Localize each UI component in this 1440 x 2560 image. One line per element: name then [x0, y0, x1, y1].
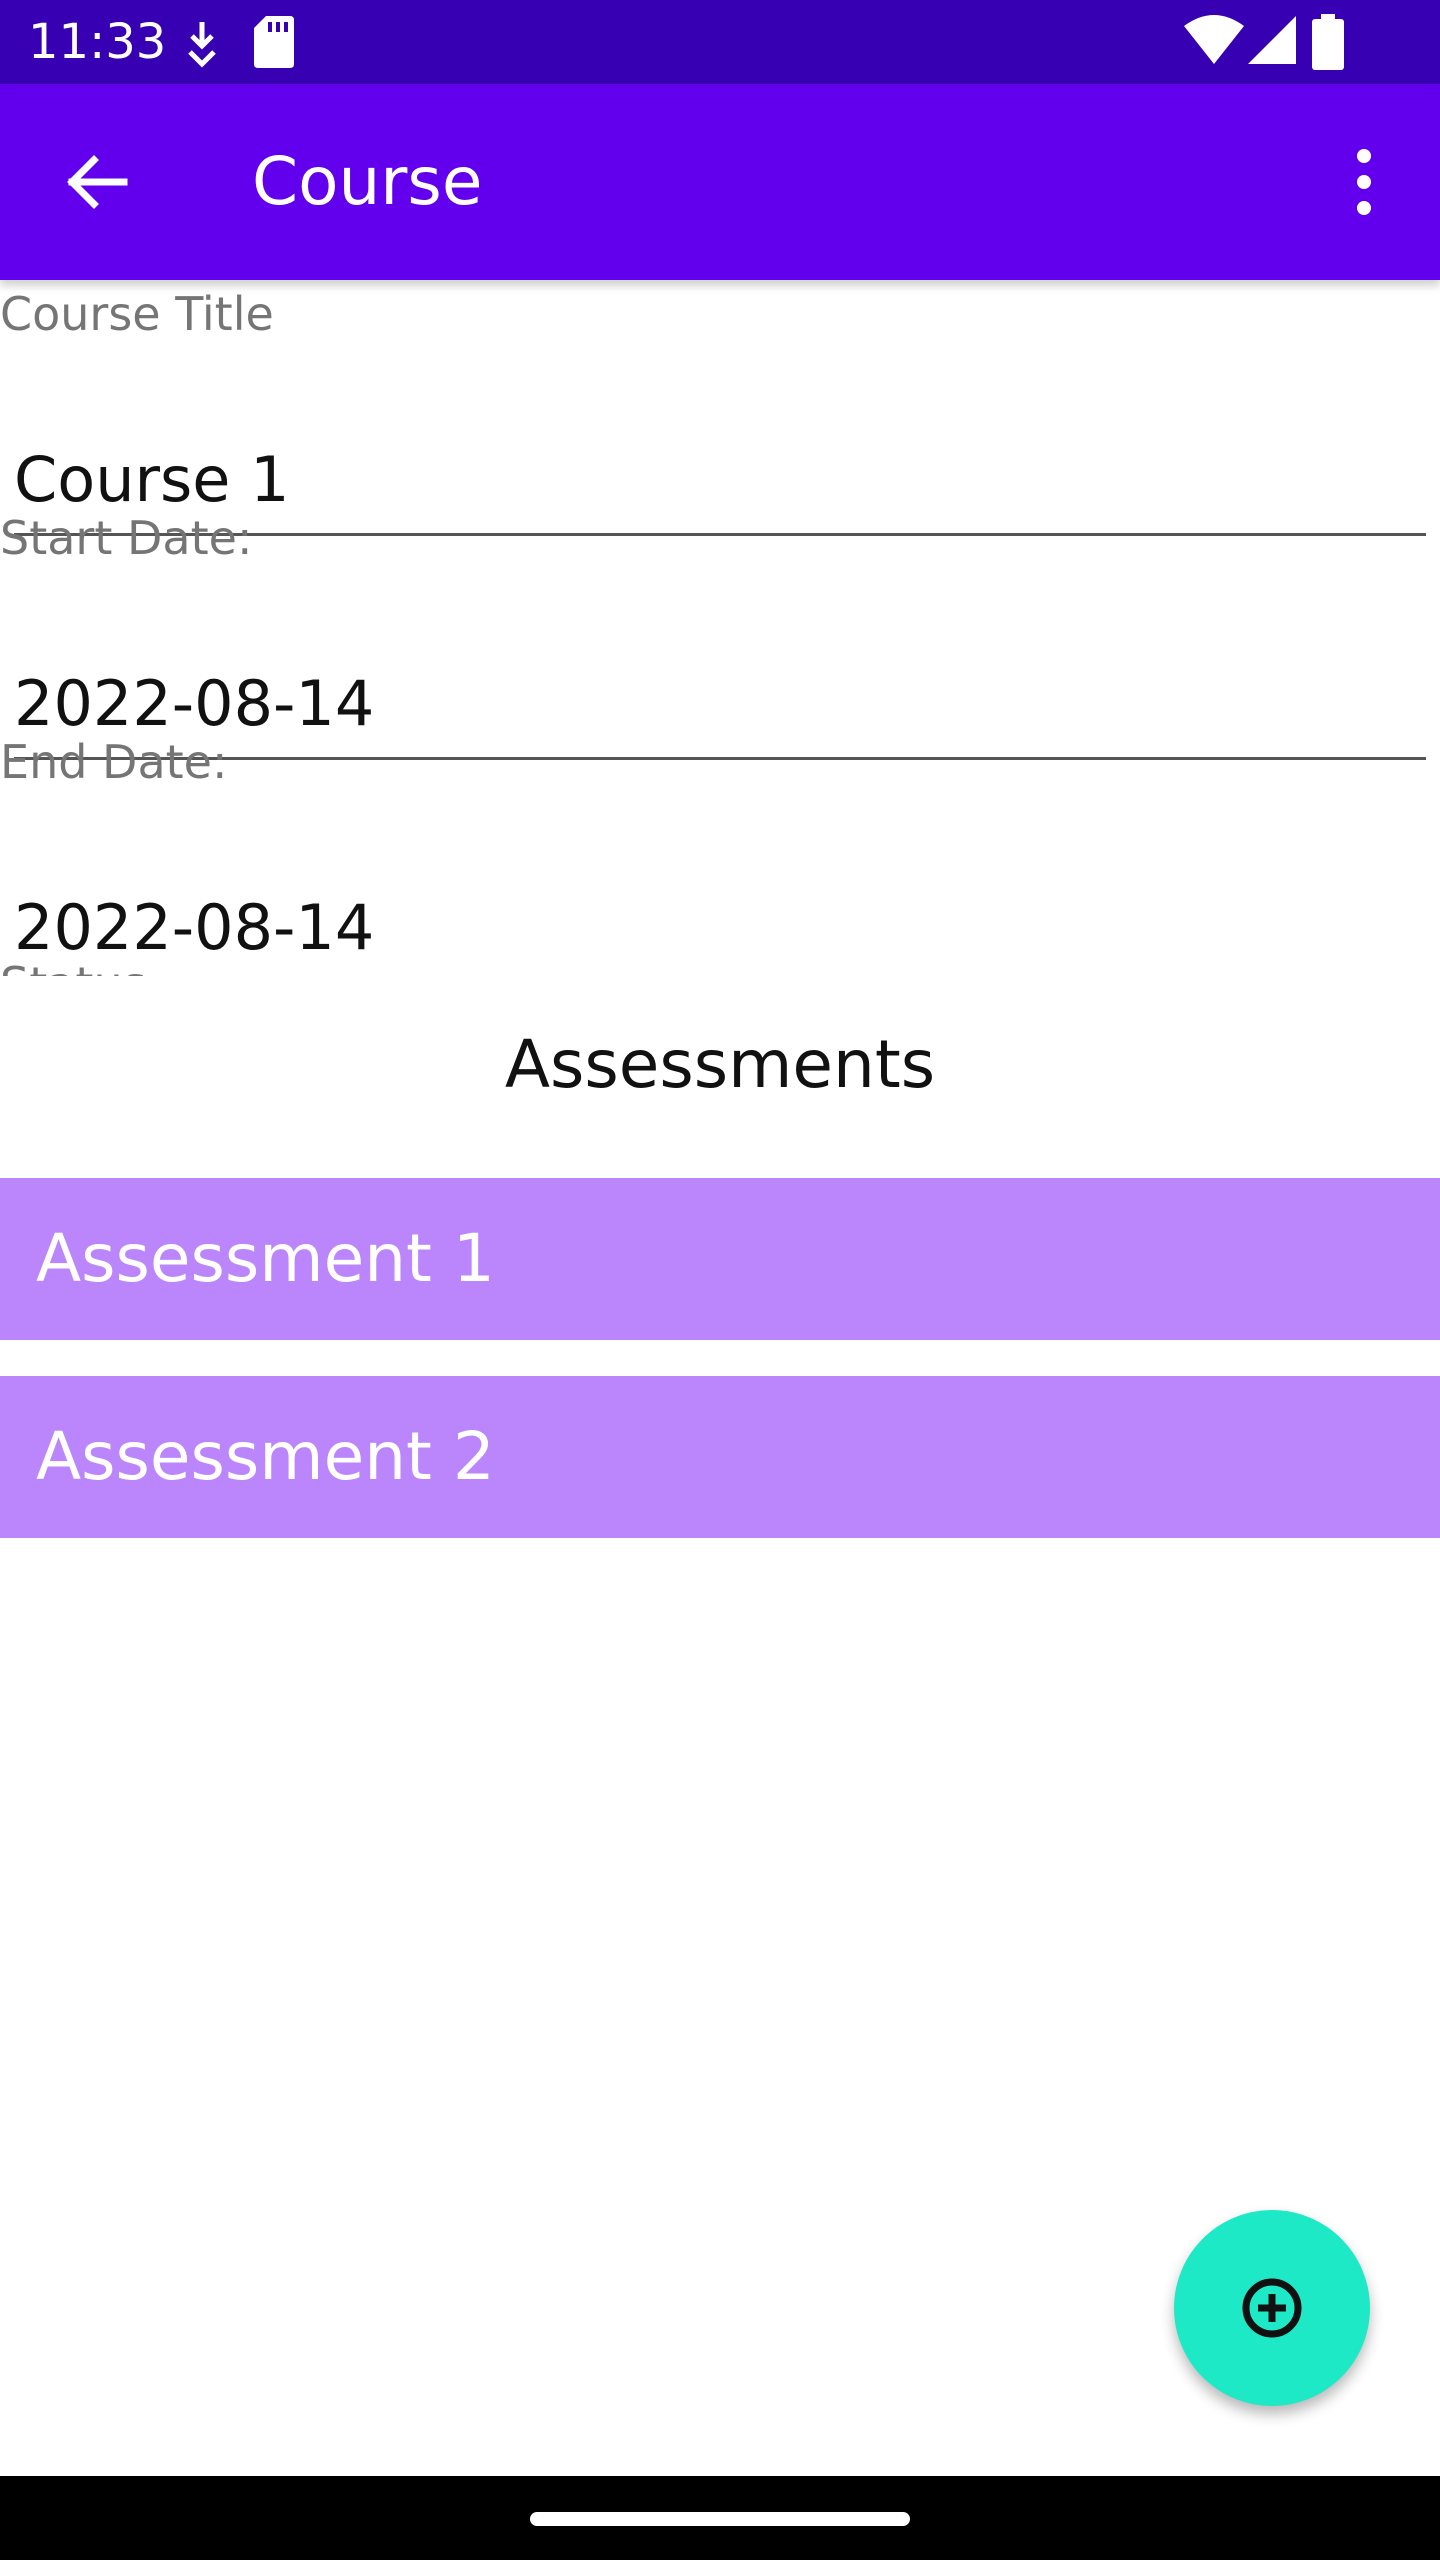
cell-signal-icon	[1248, 14, 1298, 71]
battery-icon	[1312, 14, 1344, 75]
assessment-list-item[interactable]: Assessment 1	[0, 1178, 1440, 1340]
add-circle-icon	[1242, 2278, 1302, 2338]
course-detail-screen: 11:33 Course Course Title Course 1 Start…	[0, 0, 1440, 2560]
arrow-back-icon	[67, 155, 128, 209]
course-form[interactable]: Course Title Start Date: End Date: Statu…	[0, 280, 1440, 976]
system-nav-bar	[0, 2476, 1440, 2560]
status-label: Status:	[0, 956, 162, 976]
sd-card-icon	[254, 14, 294, 73]
status-bar: 11:33	[0, 0, 1440, 84]
more-vert-icon	[1357, 149, 1371, 215]
back-button[interactable]	[48, 134, 144, 230]
assessment-list-item[interactable]: Assessment 2	[0, 1376, 1440, 1538]
end-date-label: End Date:	[0, 735, 228, 789]
add-assessment-button[interactable]	[1174, 2210, 1370, 2406]
home-gesture-handle[interactable]	[530, 2512, 910, 2526]
course-title-label: Course Title	[0, 287, 274, 341]
wifi-icon	[1184, 14, 1244, 71]
download-status-icon	[180, 14, 224, 75]
end-date-field[interactable]	[14, 874, 1426, 976]
page-title: Course	[252, 143, 483, 220]
start-date-label: Start Date:	[0, 511, 253, 565]
app-bar: Course	[0, 84, 1440, 280]
assessments-heading: Assessments	[504, 1026, 936, 1103]
status-time: 11:33	[28, 14, 167, 70]
overflow-menu-button[interactable]	[1316, 134, 1412, 230]
